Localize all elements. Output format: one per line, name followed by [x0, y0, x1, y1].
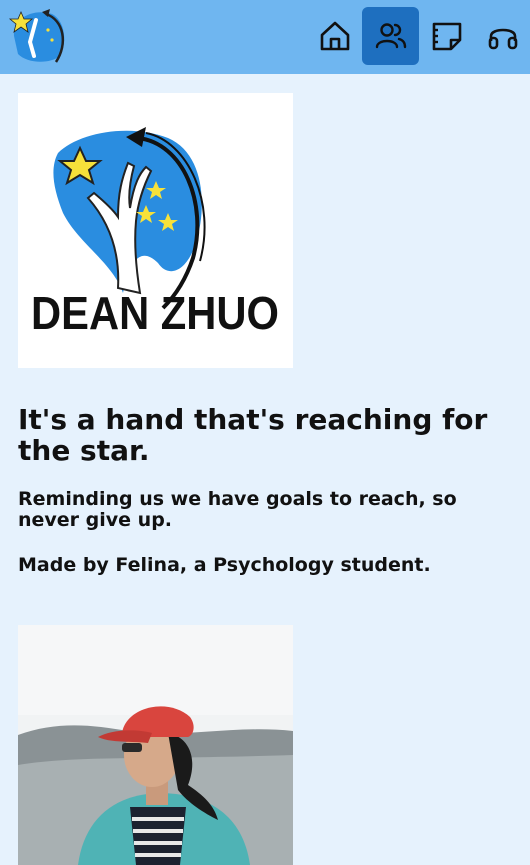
nav-support-button[interactable] [474, 7, 530, 65]
designer-credit: Made by Felina, a Psychology student. [18, 554, 431, 576]
nav-home-button[interactable] [306, 7, 363, 65]
designer-photo [18, 625, 293, 865]
brand-logo-image: DEAN ZHUO [18, 93, 293, 368]
home-icon [320, 21, 349, 51]
headphones-icon [488, 28, 517, 50]
nav-people-button[interactable] [362, 7, 419, 65]
brand-logo-text: DEAN ZHUO [31, 287, 279, 339]
people-icon [375, 23, 406, 49]
logo-description: Reminding us we have goals to reach, so … [18, 488, 457, 531]
page-heading: It's a hand that's reaching for the star… [18, 403, 488, 467]
top-nav-bar [0, 0, 530, 74]
site-logo-icon[interactable] [6, 6, 76, 66]
nav-notes-button[interactable] [418, 7, 475, 65]
sticky-note-icon [432, 22, 461, 51]
